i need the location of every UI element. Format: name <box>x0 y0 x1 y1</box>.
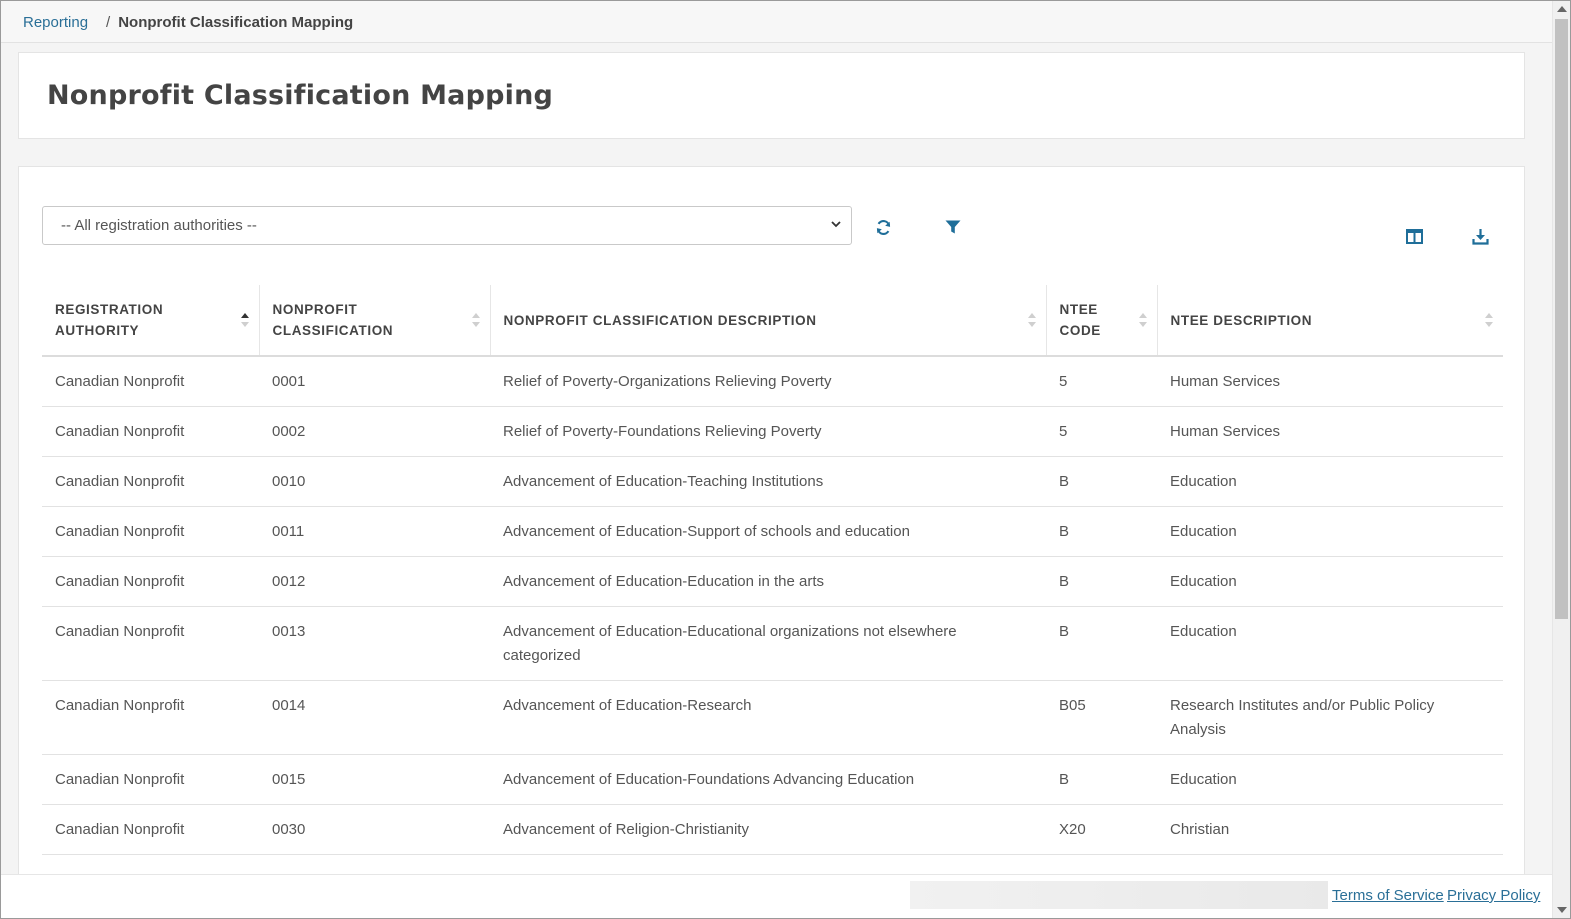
page-title: Nonprofit Classification Mapping <box>47 80 554 111</box>
scroll-up-arrow-icon[interactable] <box>1557 6 1567 12</box>
footer-placeholder-block <box>910 881 1328 909</box>
columns-icon[interactable] <box>1402 224 1426 248</box>
cell-registration-authority: Canadian Nonprofit <box>42 506 259 557</box>
cell-nonprofit-classification: 0012 <box>259 556 490 607</box>
table-body: Canadian Nonprofit 0001 Relief of Povert… <box>42 356 1503 855</box>
cell-ntee-code: B05 <box>1046 680 1157 755</box>
cell-classification-description: Advancement of Education-Teaching Instit… <box>490 456 1046 507</box>
cell-ntee-code: B <box>1046 506 1157 557</box>
column-header-nonprofit-classification[interactable]: NONPROFIT CLASSIFICATION <box>258 285 490 357</box>
page-footer: Terms of Service Privacy Policy <box>1 874 1552 918</box>
mapping-panel: -- All registration authorities -- REGIS… <box>18 166 1525 918</box>
cell-classification-description: Advancement of Religion-Christianity <box>490 804 1046 855</box>
table-row[interactable]: Canadian Nonprofit 0015 Advancement of E… <box>42 754 1503 805</box>
sort-icon <box>1138 313 1147 327</box>
cell-nonprofit-classification: 0030 <box>259 804 490 855</box>
table-row[interactable]: Canadian Nonprofit 0002 Relief of Povert… <box>42 406 1503 457</box>
cell-classification-description: Advancement of Education-Education in th… <box>490 556 1046 607</box>
cell-nonprofit-classification: 0015 <box>259 754 490 805</box>
cell-classification-description: Advancement of Education-Educational org… <box>490 606 1046 681</box>
terms-of-service-link[interactable]: Terms of Service <box>1332 887 1444 904</box>
cell-ntee-description: Research Institutes and/or Public Policy… <box>1157 680 1503 755</box>
column-header-ntee-code[interactable]: NTEE CODE <box>1045 285 1157 357</box>
breadcrumb-current: Nonprofit Classification Mapping <box>118 14 354 31</box>
cell-nonprofit-classification: 0011 <box>259 506 490 557</box>
cell-ntee-code: 5 <box>1046 356 1157 407</box>
sort-icon <box>1485 313 1493 327</box>
filter-icon[interactable] <box>941 215 965 239</box>
cell-classification-description: Relief of Poverty-Organizations Relievin… <box>490 356 1046 407</box>
table-row[interactable]: Canadian Nonprofit 0011 Advancement of E… <box>42 506 1503 557</box>
cell-classification-description: Advancement of Education-Foundations Adv… <box>490 754 1046 805</box>
cell-classification-description: Advancement of Education-Support of scho… <box>490 506 1046 557</box>
cell-ntee-description: Human Services <box>1157 406 1503 457</box>
table-row[interactable]: Canadian Nonprofit 0010 Advancement of E… <box>42 456 1503 507</box>
cell-ntee-code: B <box>1046 456 1157 507</box>
sort-ascending-icon <box>240 313 249 327</box>
column-header-ntee-description[interactable]: NTEE DESCRIPTION <box>1156 285 1503 357</box>
chevron-down-icon <box>830 207 842 244</box>
table-row[interactable]: Canadian Nonprofit 0013 Advancement of E… <box>42 606 1503 681</box>
cell-registration-authority: Canadian Nonprofit <box>42 606 259 681</box>
cell-ntee-description: Christian <box>1157 804 1503 855</box>
column-header-nonprofit-classification-description[interactable]: NONPROFIT CLASSIFICATION DESCRIPTION <box>489 285 1046 357</box>
cell-ntee-code: X20 <box>1046 804 1157 855</box>
registration-authority-select[interactable]: -- All registration authorities -- <box>42 206 852 245</box>
vertical-scrollbar[interactable] <box>1552 1 1570 918</box>
cell-registration-authority: Canadian Nonprofit <box>42 804 259 855</box>
cell-ntee-description: Education <box>1157 506 1503 557</box>
cell-ntee-code: B <box>1046 754 1157 805</box>
scrollbar-thumb[interactable] <box>1555 19 1568 619</box>
registration-authority-select-value: -- All registration authorities -- <box>61 217 257 234</box>
refresh-icon[interactable] <box>871 215 895 239</box>
cell-ntee-code: B <box>1046 606 1157 681</box>
cell-registration-authority: Canadian Nonprofit <box>42 456 259 507</box>
cell-nonprofit-classification: 0001 <box>259 356 490 407</box>
cell-registration-authority: Canadian Nonprofit <box>42 680 259 755</box>
cell-ntee-code: 5 <box>1046 406 1157 457</box>
table-row[interactable]: Canadian Nonprofit 0012 Advancement of E… <box>42 556 1503 607</box>
table-row[interactable]: Canadian Nonprofit 0014 Advancement of E… <box>42 680 1503 755</box>
cell-registration-authority: Canadian Nonprofit <box>42 556 259 607</box>
cell-ntee-code: B <box>1046 556 1157 607</box>
breadcrumb-separator: / <box>106 14 111 31</box>
sort-icon <box>1027 313 1036 327</box>
cell-ntee-description: Education <box>1157 456 1503 507</box>
table-header-row: REGISTRATION AUTHORITY NONPROFIT CLASSIF… <box>42 285 1503 357</box>
mapping-table: REGISTRATION AUTHORITY NONPROFIT CLASSIF… <box>42 285 1503 855</box>
breadcrumb-reporting-link[interactable]: Reporting <box>23 14 88 31</box>
cell-registration-authority: Canadian Nonprofit <box>42 406 259 457</box>
cell-nonprofit-classification: 0002 <box>259 406 490 457</box>
column-header-registration-authority[interactable]: REGISTRATION AUTHORITY <box>42 285 259 357</box>
cell-nonprofit-classification: 0014 <box>259 680 490 755</box>
scroll-down-arrow-icon[interactable] <box>1557 907 1567 913</box>
cell-ntee-description: Human Services <box>1157 356 1503 407</box>
cell-registration-authority: Canadian Nonprofit <box>42 754 259 805</box>
privacy-policy-link[interactable]: Privacy Policy <box>1447 887 1540 904</box>
table-row[interactable]: Canadian Nonprofit 0030 Advancement of R… <box>42 804 1503 855</box>
download-icon[interactable] <box>1468 224 1492 248</box>
cell-nonprofit-classification: 0013 <box>259 606 490 681</box>
table-row[interactable]: Canadian Nonprofit 0001 Relief of Povert… <box>42 356 1503 407</box>
title-card: Nonprofit Classification Mapping <box>18 52 1525 139</box>
cell-ntee-description: Education <box>1157 556 1503 607</box>
cell-ntee-description: Education <box>1157 606 1503 681</box>
cell-ntee-description: Education <box>1157 754 1503 805</box>
app-window: Reporting / Nonprofit Classification Mappi… <box>0 0 1571 919</box>
cell-classification-description: Advancement of Education-Research <box>490 680 1046 755</box>
cell-classification-description: Relief of Poverty-Foundations Relieving … <box>490 406 1046 457</box>
cell-registration-authority: Canadian Nonprofit <box>42 356 259 407</box>
sort-icon <box>471 313 480 327</box>
breadcrumb: Reporting / Nonprofit Classification Mappi… <box>1 1 1552 43</box>
cell-nonprofit-classification: 0010 <box>259 456 490 507</box>
